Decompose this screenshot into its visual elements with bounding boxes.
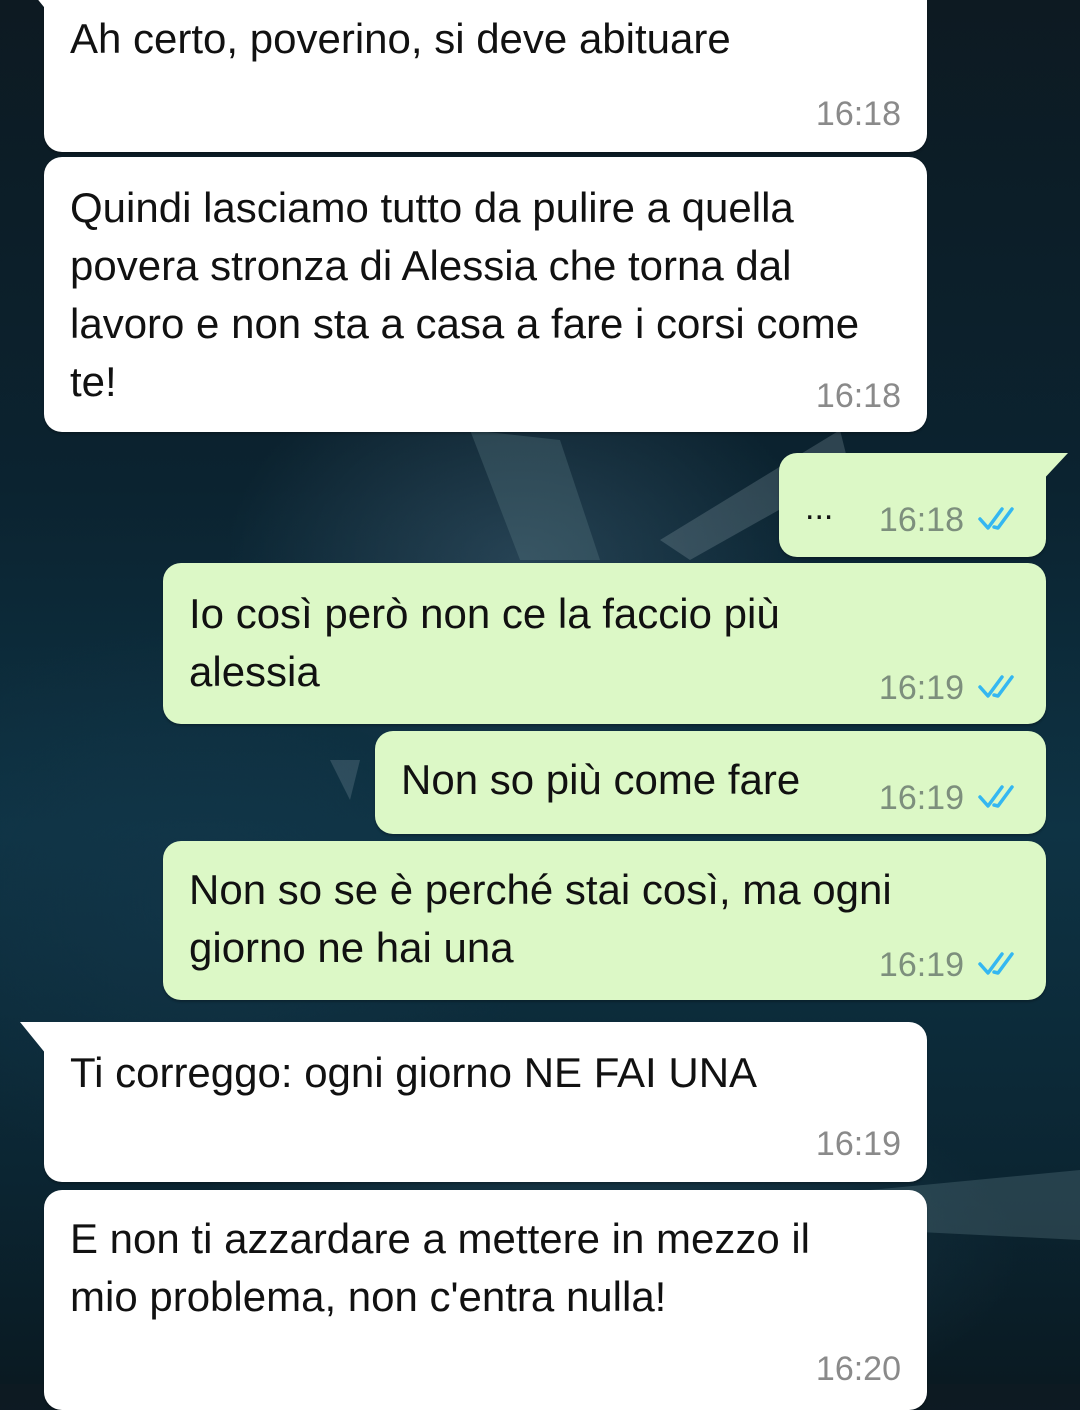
bubble-tail [22, 0, 48, 12]
double-check-icon [978, 507, 1014, 530]
message-bubble-incoming[interactable]: Ah certo, poverino, si deve abituare 16:… [44, 0, 927, 152]
message-bubble-outgoing[interactable]: Io così però non ce la faccio più alessi… [163, 563, 1046, 724]
message-bubble-outgoing[interactable]: Non so più come fare 16:19 [375, 731, 1046, 834]
message-time: 16:19 [878, 779, 964, 817]
bubble-tail [20, 1022, 46, 1054]
double-check-icon [978, 675, 1014, 698]
message-time: 16:20 [815, 1350, 901, 1388]
double-check-icon [978, 785, 1014, 808]
message-time: 16:19 [878, 946, 964, 984]
message-text: E non ti azzardare a mettere in mezzo il… [70, 1215, 822, 1320]
message-text: Ti correggo: ogni giorno NE FAI UNA [70, 1049, 758, 1096]
message-text: Ah certo, poverino, si deve abituare [70, 15, 731, 62]
message-bubble-outgoing[interactable]: ... 16:18 [779, 453, 1046, 557]
message-bubble-incoming[interactable]: E non ti azzardare a mettere in mezzo il… [44, 1190, 927, 1410]
message-bubble-incoming[interactable]: Quindi lasciamo tutto da pulire a quella… [44, 157, 927, 432]
message-text: Io così però non ce la faccio più alessi… [189, 590, 792, 695]
message-time: 16:18 [878, 501, 964, 539]
message-text: Non so più come fare [401, 756, 801, 803]
message-bubble-outgoing[interactable]: Non so se è perché stai così, ma ogni gi… [163, 841, 1046, 1000]
message-time: 16:18 [815, 377, 901, 415]
message-bubble-incoming[interactable]: Ti correggo: ogni giorno NE FAI UNA 16:1… [44, 1022, 927, 1182]
message-text: Quindi lasciamo tutto da pulire a quella… [70, 184, 871, 405]
bubble-tail [1040, 453, 1068, 483]
double-check-icon [978, 952, 1014, 975]
message-time: 16:19 [815, 1125, 901, 1163]
message-time: 16:19 [878, 669, 964, 707]
message-time: 16:18 [815, 95, 901, 133]
message-text: ... [805, 489, 834, 527]
